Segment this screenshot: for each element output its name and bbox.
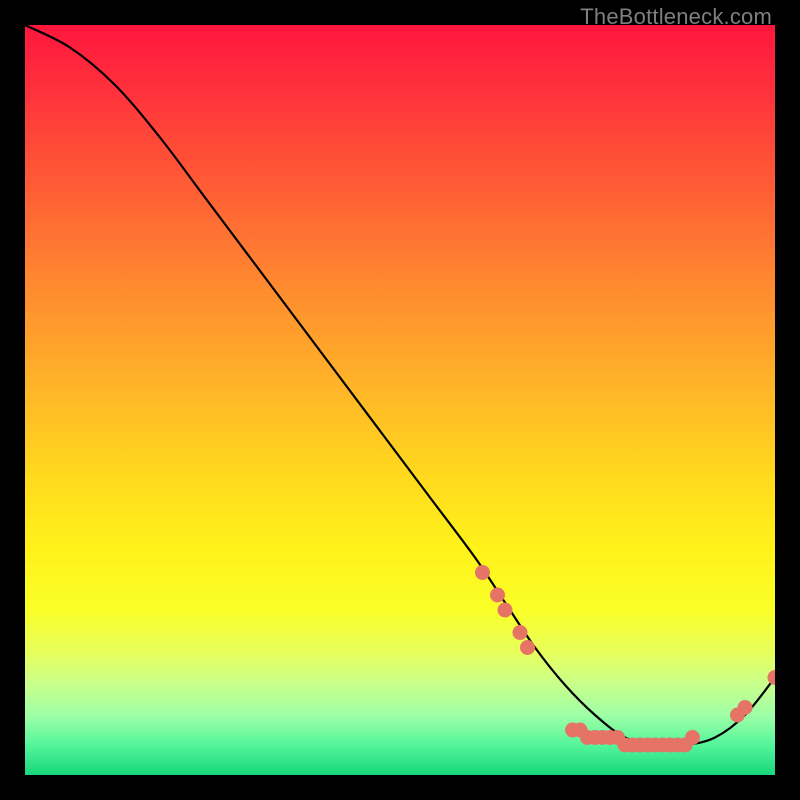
plot-area — [25, 25, 775, 775]
data-point — [490, 588, 505, 603]
data-point — [768, 670, 776, 685]
watermark-label: TheBottleneck.com — [580, 4, 772, 30]
chart-svg — [25, 25, 775, 775]
data-point — [513, 625, 528, 640]
data-point — [738, 700, 753, 715]
data-point — [520, 640, 535, 655]
data-point — [475, 565, 490, 580]
data-point — [685, 730, 700, 745]
data-point — [498, 603, 513, 618]
chart-frame: TheBottleneck.com — [0, 0, 800, 800]
bottleneck-curve — [25, 25, 775, 746]
marker-group — [475, 565, 775, 753]
